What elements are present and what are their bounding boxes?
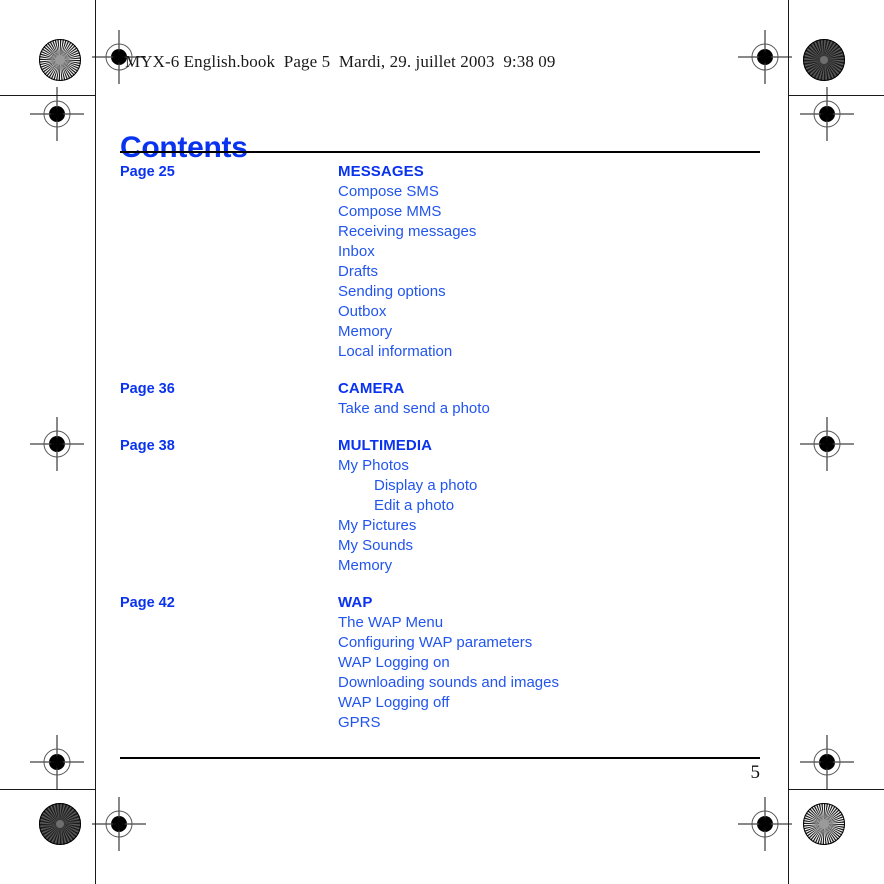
toc-section: Page 42 WAP The WAP Menu Configuring WAP pa… (120, 593, 780, 733)
registration-mark-top-inner-right (738, 30, 792, 84)
toc-entry[interactable]: Compose SMS (338, 182, 780, 202)
registration-mark-bottom-left (30, 735, 84, 789)
page-number: 5 (750, 762, 761, 783)
registration-mark-bottom-inner-left (92, 797, 146, 851)
toc-page-label[interactable]: Page 38 (120, 436, 175, 456)
trim-line-right (788, 0, 789, 884)
toc-entry[interactable]: Take and send a photo (338, 399, 780, 419)
toc-entry[interactable]: Memory (338, 556, 780, 576)
toc-entry[interactable]: WAP Logging off (338, 693, 780, 713)
toc-entry[interactable]: The WAP Menu (338, 613, 780, 633)
toc-entry[interactable]: Inbox (338, 242, 780, 262)
trim-line-left (95, 0, 96, 884)
toc-section: Page 36 CAMERA Take and send a photo (120, 379, 780, 419)
registration-mark-mid-left (30, 417, 84, 471)
title-rule (120, 151, 760, 153)
toc-section-heading[interactable]: CAMERA (338, 379, 780, 399)
density-target-top-left (38, 38, 82, 82)
toc-entry[interactable]: Sending options (338, 282, 780, 302)
footer-rule (120, 757, 760, 759)
toc-entry[interactable]: My Sounds (338, 536, 780, 556)
toc-section: Page 25 MESSAGES Compose SMS Compose MMS Rec… (120, 162, 780, 362)
registration-mark-bottom-right (800, 735, 854, 789)
toc-entry[interactable]: Local information (338, 342, 780, 362)
toc-entry[interactable]: Memory (338, 322, 780, 342)
toc-section: Page 38 MULTIMEDIA My Photos Display a phot… (120, 436, 780, 576)
density-target-bottom-left (38, 802, 82, 846)
toc-entry-list: CAMERA Take and send a photo (338, 379, 780, 419)
density-target-top-right (802, 38, 846, 82)
toc-page-label[interactable]: Page 36 (120, 379, 175, 399)
document-page: MYX-6 English.book Page 5 Mardi, 29. jui… (0, 0, 884, 884)
toc-entry-list: WAP The WAP Menu Configuring WAP parameter… (338, 593, 780, 733)
density-target-bottom-right (802, 802, 846, 846)
toc-entry[interactable]: Compose MMS (338, 202, 780, 222)
toc-section-heading[interactable]: MULTIMEDIA (338, 436, 780, 456)
toc-entry[interactable]: Drafts (338, 262, 780, 282)
toc-entry[interactable]: Receiving messages (338, 222, 780, 242)
trim-line-bottom-left (0, 789, 95, 790)
toc-entry[interactable]: GPRS (338, 713, 780, 733)
toc-entry-list: MULTIMEDIA My Photos Display a photo Edit a… (338, 436, 780, 576)
toc-entry[interactable]: My Photos (338, 456, 780, 476)
trim-line-top-right (788, 95, 884, 96)
toc-section-heading[interactable]: MESSAGES (338, 162, 780, 182)
registration-mark-bottom-inner-right (738, 797, 792, 851)
toc-page-label[interactable]: Page 25 (120, 162, 175, 182)
page-title: Contents (120, 131, 248, 165)
toc-entry[interactable]: Configuring WAP parameters (338, 633, 780, 653)
toc-entry[interactable]: Outbox (338, 302, 780, 322)
toc-entry[interactable]: WAP Logging on (338, 653, 780, 673)
toc-entry[interactable]: My Pictures (338, 516, 780, 536)
toc-entry[interactable]: Edit a photo (338, 496, 780, 516)
toc-entry[interactable]: Display a photo (338, 476, 780, 496)
toc-section-heading[interactable]: WAP (338, 593, 780, 613)
registration-mark-top-right (800, 87, 854, 141)
table-of-contents: Page 25 MESSAGES Compose SMS Compose MMS Rec… (120, 162, 780, 750)
running-header: MYX-6 English.book Page 5 Mardi, 29. jui… (125, 52, 556, 71)
toc-page-label[interactable]: Page 42 (120, 593, 175, 613)
toc-entry-list: MESSAGES Compose SMS Compose MMS Receiving … (338, 162, 780, 362)
trim-line-bottom-right (788, 789, 884, 790)
registration-mark-top-left (30, 87, 84, 141)
trim-line-top-left (0, 95, 95, 96)
registration-mark-mid-right (800, 417, 854, 471)
toc-entry[interactable]: Downloading sounds and images (338, 673, 780, 693)
